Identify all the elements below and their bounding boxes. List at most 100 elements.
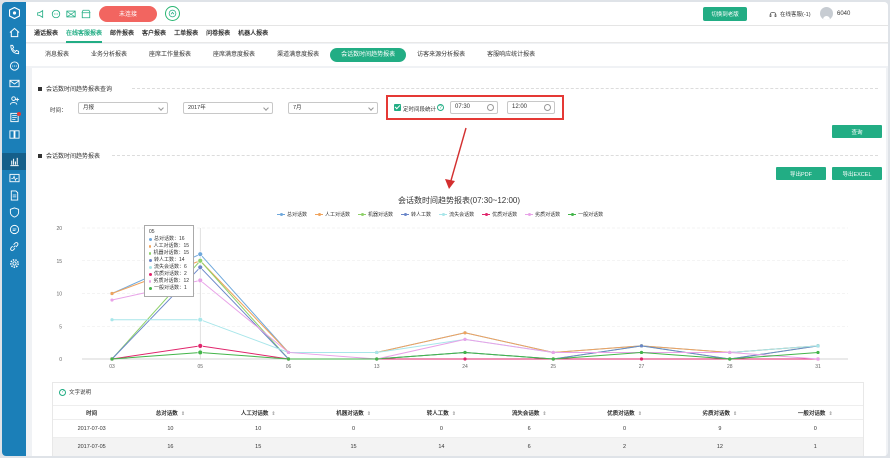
query-button[interactable]: 查询 xyxy=(832,125,882,138)
x-tick-label: 03 xyxy=(109,364,115,370)
column-header[interactable]: 转人工数 ⇕ xyxy=(401,405,482,420)
menu-item[interactable]: 通话报表 xyxy=(34,26,58,43)
menu-item[interactable]: 问卷报表 xyxy=(206,26,230,43)
store-icon[interactable] xyxy=(81,9,91,19)
sort-icon[interactable]: ⇕ xyxy=(452,411,456,417)
agent-status-icon[interactable] xyxy=(165,6,180,21)
online-status[interactable]: 在线客服(-1) xyxy=(769,10,811,18)
column-header[interactable]: 时间 xyxy=(53,405,131,420)
legend-item[interactable]: 优质对话数 xyxy=(482,211,517,218)
switch-version-button[interactable]: 切换到老版 xyxy=(703,7,747,21)
subtab[interactable]: 业务分析报表 xyxy=(80,48,138,62)
legend-item[interactable]: 机器对话数 xyxy=(358,211,393,218)
legend-label: 转人工数 xyxy=(411,212,432,218)
tooltip-dot xyxy=(149,238,152,241)
menu-item[interactable]: 在线客服报表 xyxy=(66,26,103,43)
chat-icon[interactable] xyxy=(51,9,61,19)
table-cell: 0 xyxy=(401,419,482,438)
subtab[interactable]: 消息报表 xyxy=(34,48,80,62)
column-header[interactable]: 总对话数 ⇕ xyxy=(130,405,211,420)
export-pdf-button[interactable]: 导出PDF xyxy=(776,167,826,180)
legend-marker xyxy=(315,212,324,217)
home-icon[interactable] xyxy=(2,24,26,41)
report-chart-icon[interactable] xyxy=(2,153,26,170)
series-line xyxy=(112,319,819,353)
table-cell: 1 xyxy=(767,437,863,456)
document-icon[interactable] xyxy=(2,187,26,204)
sort-icon[interactable]: ⇕ xyxy=(181,411,185,417)
tooltip-dot xyxy=(149,266,152,269)
sort-icon[interactable]: ⇕ xyxy=(638,411,642,417)
column-header[interactable]: 优质对话数 ⇕ xyxy=(576,405,673,420)
legend-item[interactable]: 劣质对话数 xyxy=(525,211,560,218)
phone-icon[interactable] xyxy=(2,41,26,58)
envelope-icon[interactable] xyxy=(66,9,76,19)
tooltip-dot xyxy=(149,259,152,262)
period-select[interactable]: 月报 xyxy=(78,102,168,114)
menu-item[interactable]: 工单报表 xyxy=(174,26,198,43)
data-point xyxy=(197,349,203,356)
sort-icon[interactable]: ⇕ xyxy=(828,411,832,417)
data-point xyxy=(728,357,732,361)
tooltip-row: 流失会话数：6 xyxy=(149,264,189,271)
message-icon[interactable] xyxy=(2,221,26,238)
column-header[interactable]: 劣质对话数 ⇕ xyxy=(672,405,768,420)
contacts-icon[interactable] xyxy=(2,92,26,109)
column-header[interactable]: 人工对话数 ⇕ xyxy=(210,405,306,420)
sort-icon[interactable]: ⇕ xyxy=(271,411,275,417)
legend-item[interactable]: 总对话数 xyxy=(277,211,307,218)
shield-icon[interactable] xyxy=(2,204,26,221)
column-header-label: 时间 xyxy=(86,410,98,417)
month-select[interactable]: 7月 xyxy=(288,102,378,114)
legend-item[interactable]: 一般对话数 xyxy=(568,211,603,218)
book-icon[interactable] xyxy=(2,126,26,143)
connection-status-button[interactable]: 未连接 xyxy=(99,5,157,22)
announcement-icon[interactable] xyxy=(36,9,46,19)
column-header[interactable]: 一般对话数 ⇕ xyxy=(767,405,863,420)
tooltip-row: 人工对话数：15 xyxy=(149,243,189,250)
table-cell: 9 xyxy=(672,419,768,438)
legend-item[interactable]: 流失会话数 xyxy=(439,211,474,218)
data-point xyxy=(375,357,379,361)
column-header[interactable]: 机器对话数 ⇕ xyxy=(305,405,402,420)
data-point xyxy=(197,258,203,264)
link-icon[interactable] xyxy=(2,238,26,255)
ticket-icon[interactable] xyxy=(2,109,26,126)
subtab[interactable]: 会话数时间趋势报表 xyxy=(330,48,407,62)
subtab[interactable]: 座席工作量报表 xyxy=(138,48,202,62)
subtab[interactable]: 客服响应统计报表 xyxy=(476,48,546,62)
column-header-label: 优质对话数 xyxy=(607,410,635,417)
year-select[interactable]: 2017年 xyxy=(183,102,273,114)
timeframe-checkbox[interactable] xyxy=(394,104,401,111)
legend-marker xyxy=(439,212,448,217)
data-point xyxy=(110,298,114,302)
export-excel-button[interactable]: 导出EXCEL xyxy=(832,167,882,180)
legend-item[interactable]: 人工对话数 xyxy=(315,211,350,218)
y-tick-label: 20 xyxy=(56,226,62,232)
end-time-input[interactable]: 12:00 xyxy=(507,101,555,114)
monitor-icon[interactable] xyxy=(2,170,26,187)
column-header[interactable]: 流失会话数 ⇕ xyxy=(481,405,577,420)
legend-item[interactable]: 转人工数 xyxy=(401,211,431,218)
menu-item[interactable]: 机器人报表 xyxy=(238,26,268,43)
x-tick-label: 28 xyxy=(727,364,733,370)
menu-item[interactable]: 客户报表 xyxy=(142,26,166,43)
subtab[interactable]: 座席满意度报表 xyxy=(202,48,266,62)
menu-item[interactable]: 邮件报表 xyxy=(110,26,134,43)
sort-icon[interactable]: ⇕ xyxy=(733,411,737,417)
legend-label: 人工对话数 xyxy=(325,212,351,218)
data-point xyxy=(110,357,114,361)
start-time-input[interactable]: 07:30 xyxy=(450,101,498,114)
subtab[interactable]: 渠道满意度报表 xyxy=(266,48,330,62)
mail-icon[interactable] xyxy=(2,75,26,92)
sort-icon[interactable]: ⇕ xyxy=(367,411,371,417)
user-menu[interactable]: 6040 xyxy=(820,7,850,20)
sort-icon[interactable]: ⇕ xyxy=(542,411,546,417)
settings-gear-icon[interactable] xyxy=(2,255,26,272)
legend-label: 优质对话数 xyxy=(492,212,518,218)
help-icon[interactable]: ? xyxy=(437,104,444,111)
subtab[interactable]: 访客来源分析报表 xyxy=(406,48,476,62)
y-tick-label: 0 xyxy=(59,357,62,363)
chevron-down-icon xyxy=(368,105,374,111)
chat-bubble-icon[interactable] xyxy=(2,58,26,75)
